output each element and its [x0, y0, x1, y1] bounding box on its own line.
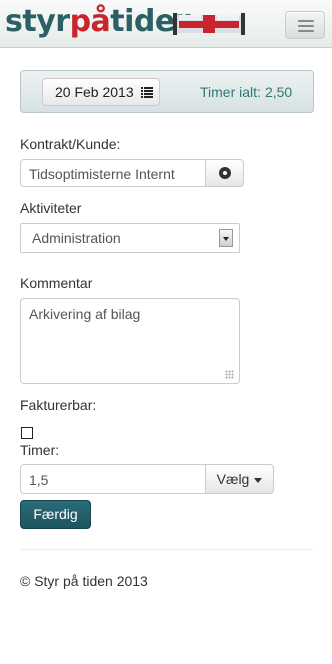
total-hours: Timer ialt: 2,50 [200, 84, 292, 100]
logo-part-paa: på [69, 4, 111, 39]
hours-dropdown-button[interactable]: Vælg [205, 464, 274, 494]
navbar: styrpåtiden [0, 0, 332, 48]
total-hours-label: Timer ialt: [200, 84, 261, 100]
brand-logo[interactable]: styrpåtiden [5, 5, 196, 39]
hours-input[interactable]: 1,5 [20, 464, 206, 494]
date-summary-bar: 20 Feb 2013 Timer ialt: 2,50 [20, 70, 314, 113]
contract-input[interactable]: Tidsoptimisterne Internt [20, 159, 206, 187]
chevron-down-icon [219, 229, 233, 247]
contract-input-value: Tidsoptimisterne Internt [29, 166, 175, 182]
date-text: 20 Feb 2013 [55, 84, 134, 100]
hours-label: Timer: [20, 442, 60, 458]
hamburger-icon [298, 20, 314, 22]
activity-select-value: Administration [32, 230, 121, 246]
caret-down-icon [254, 477, 263, 483]
hamburger-icon-bar [298, 25, 314, 27]
hours-dropdown-label: Vælg [216, 471, 250, 487]
footer-divider [20, 549, 314, 550]
comment-textarea-value: Arkivering af bilag [29, 306, 141, 322]
hours-input-value: 1,5 [29, 472, 49, 488]
submit-button[interactable]: Færdig [20, 500, 91, 529]
footer-copyright: © Styr på tiden 2013 [20, 573, 148, 589]
activity-label: Aktiviteter [20, 200, 82, 216]
logo-part-styr: styr [5, 4, 70, 39]
total-hours-value: 2,50 [264, 84, 293, 100]
activity-select[interactable]: Administration [20, 223, 240, 253]
menu-toggle-button[interactable] [285, 11, 325, 39]
contract-clear-button[interactable] [205, 159, 244, 187]
hamburger-icon-bar [298, 30, 314, 32]
date-picker-button[interactable]: 20 Feb 2013 [42, 78, 160, 106]
comment-textarea[interactable]: Arkivering af bilag [20, 298, 240, 384]
resize-grip-icon[interactable] [225, 370, 234, 379]
billable-checkbox[interactable] [21, 427, 33, 439]
flag-icon [173, 13, 245, 35]
circle-dot-icon [219, 167, 231, 179]
billable-label: Fakturerbar: [20, 397, 97, 413]
list-icon [141, 87, 153, 98]
contract-label: Kontrakt/Kunde: [20, 136, 121, 152]
comment-label: Kommentar [20, 275, 93, 291]
